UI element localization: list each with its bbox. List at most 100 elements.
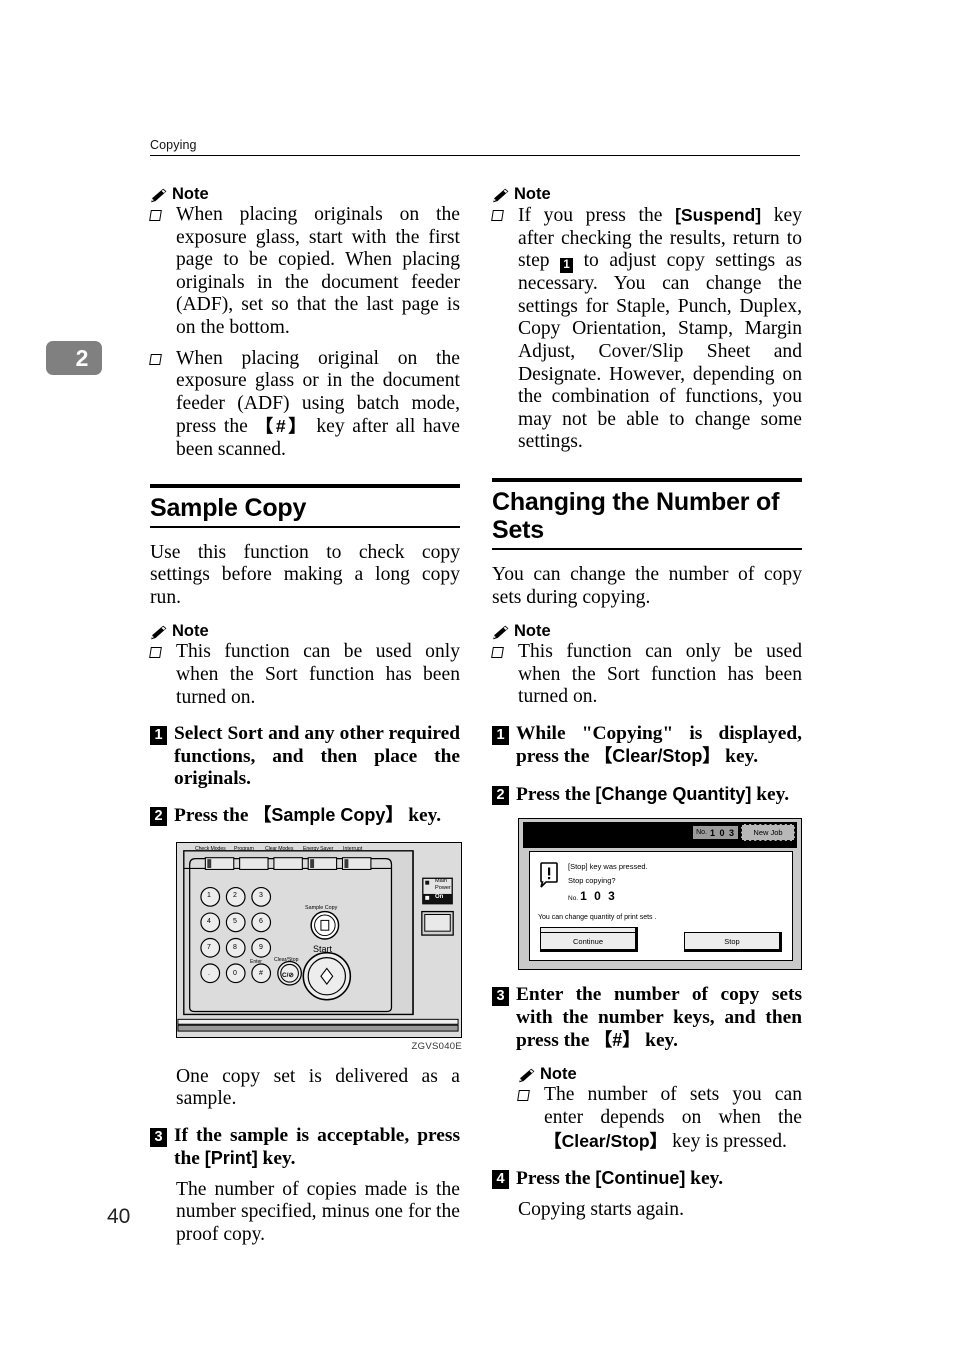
button-label-program: Program [234, 846, 254, 853]
keypad-key-9: 9 [259, 943, 263, 951]
pencil-icon [493, 188, 509, 203]
keypad-key-7: 7 [207, 943, 211, 951]
keypad-key-hash: # [259, 969, 263, 977]
section-top-rule [492, 477, 802, 482]
step-text-pre: Press the [516, 783, 596, 805]
key-ref: [Print] [204, 1148, 258, 1169]
note-label: Note [540, 1065, 577, 1084]
note-item: When placing original on the exposure gl… [149, 348, 460, 462]
pencil-icon [151, 188, 167, 203]
keypad-key-8: 8 [233, 943, 237, 951]
step-3: 3 If the sample is acceptable, press the… [150, 1125, 460, 1171]
note-heading: Note [492, 186, 802, 203]
chapter-tab: 2 [46, 341, 102, 375]
lcd-stop-button[interactable]: Stop [684, 932, 782, 953]
right-column: Note If you press the [Suspend] key afte… [491, 186, 802, 1221]
note-bullet-icon [517, 1084, 544, 1106]
keypad-key-1: 1 [207, 891, 211, 899]
step-number: 2 [492, 783, 516, 805]
key-ref: 【Clear/Stop】 [594, 746, 721, 767]
note-heading: Note [150, 623, 460, 640]
sample-copy-label: Sample Copy [305, 904, 338, 911]
control-panel-illustration: Check Modes Program Clear Modes Energy S… [176, 841, 462, 1038]
note-item: The number of sets you can enter depends… [517, 1084, 802, 1153]
step-3: 3 Enter the number of copy sets with the… [492, 984, 802, 1052]
keypad-key-dot: . [208, 969, 210, 977]
step-text-pre: Press the [516, 1168, 596, 1190]
step-4: 4 Press the [Continue] key. [492, 1167, 802, 1190]
step-text-post: key. [720, 746, 759, 768]
step-number: 4 [492, 1167, 516, 1190]
main-power-on-label: On [435, 893, 444, 900]
keypad-key-2: 2 [233, 891, 237, 899]
note-label: Note [514, 185, 551, 203]
keypad-key-3: 3 [259, 891, 263, 899]
figure-caption: ZGVS040E [411, 1040, 462, 1052]
note-bullet-icon [149, 641, 176, 663]
lcd-figure: No. 1 0 3 New Job [Stop] key was pressed… [518, 818, 802, 971]
keypad-key-6: 6 [259, 917, 263, 925]
note-item-text: The number of sets you can enter depends… [544, 1084, 802, 1153]
step-text-post: key. [751, 783, 790, 805]
warning-icon [540, 862, 558, 888]
note-item: When placing originals on the exposure g… [149, 204, 460, 340]
lcd-job-number-label: No. [696, 829, 707, 837]
running-head-rule [150, 155, 800, 156]
main-power-label-line2: Power [435, 884, 451, 891]
key-ref: 【#】 [255, 416, 309, 437]
control-panel-labels: Check Modes Program Clear Modes Energy S… [177, 843, 461, 1037]
note-text-post: to adjust copy settings as necessary. Yo… [518, 250, 802, 453]
lcd-new-job-button[interactable]: New Job [741, 824, 795, 842]
note-heading: Note [518, 1066, 802, 1083]
page-number: 40 [107, 1205, 131, 1228]
step-text: Select Sort and any other required funct… [174, 723, 460, 789]
step-number: 1 [150, 723, 174, 746]
step-text: Press the 【Sample Copy】 key. [174, 804, 460, 827]
clear-stop-label: Clear/Stop [274, 956, 299, 963]
section-heading: Sample Copy [150, 493, 307, 522]
step-number: 3 [492, 984, 516, 1007]
note-text-pre: If you press the [518, 205, 676, 226]
lcd-job-number-value: 1 0 3 [709, 827, 735, 838]
key-ref: 【#】 [594, 1029, 641, 1050]
step-text: Press the [Change Quantity] key. [516, 783, 802, 806]
step-text: If the sample is acceptable, press the [… [174, 1125, 460, 1171]
manual-page: Copying 2 40 Note When placing originals… [0, 0, 954, 1351]
section-sample-copy: Sample Copy [150, 483, 460, 528]
key-ref: [Continue] [595, 1168, 686, 1189]
key-ref: 【Clear/Stop】 [544, 1130, 668, 1151]
note-heading: Note [492, 623, 802, 640]
note-bullet-icon [149, 348, 176, 370]
step-text: Enter the number of copy sets with the n… [516, 984, 802, 1052]
note-text-pre: The number of sets you can enter depends… [544, 1084, 802, 1128]
note-item-text: If you press the [Suspend] key after che… [518, 204, 802, 454]
section-intro: You can change the number of copy sets d… [492, 563, 802, 608]
button-label-check-modes: Check Modes [195, 846, 226, 853]
note-item-text: This function can be used only when the … [176, 641, 460, 708]
lcd-dialog-job-number-value: 1 0 3 [580, 889, 617, 904]
lcd-continue-button[interactable]: Continue [540, 932, 638, 953]
step-1: 1 While "Copying" is displayed, press th… [492, 723, 802, 769]
step-2: 2 Press the 【Sample Copy】 key. [150, 804, 460, 827]
keypad-enter-label: Enter [250, 958, 262, 965]
note-bullet-icon [491, 204, 518, 226]
control-panel-figure: Check Modes Program Clear Modes Energy S… [176, 841, 462, 1052]
step-number: 1 [492, 723, 516, 745]
step-number: 3 [150, 1125, 174, 1147]
pencil-icon [151, 625, 167, 640]
note-item-text: When placing originals on the exposure g… [176, 204, 460, 338]
button-label-interrupt: Interrupt [343, 846, 363, 853]
note-text-post: key is pressed. [667, 1130, 787, 1152]
clear-stop-glyph: C/⊘ [282, 971, 294, 979]
lcd-job-number: No. 1 0 3 [692, 825, 739, 841]
step-text-post: key. [257, 1148, 296, 1170]
pencil-icon [519, 1068, 535, 1083]
note-label: Note [172, 622, 209, 641]
step-2-after-text: One copy set is delivered as a sample. [176, 1065, 460, 1110]
running-head-text: Copying [150, 138, 197, 152]
step-text: Press the [Continue] key. [516, 1167, 802, 1190]
step-text-post: key. [640, 1029, 679, 1051]
step-text: While "Copying" is displayed, press the … [516, 723, 802, 769]
note-heading: Note [150, 186, 460, 203]
section-changing-number-of-sets: Changing the Number of Sets [492, 477, 802, 550]
